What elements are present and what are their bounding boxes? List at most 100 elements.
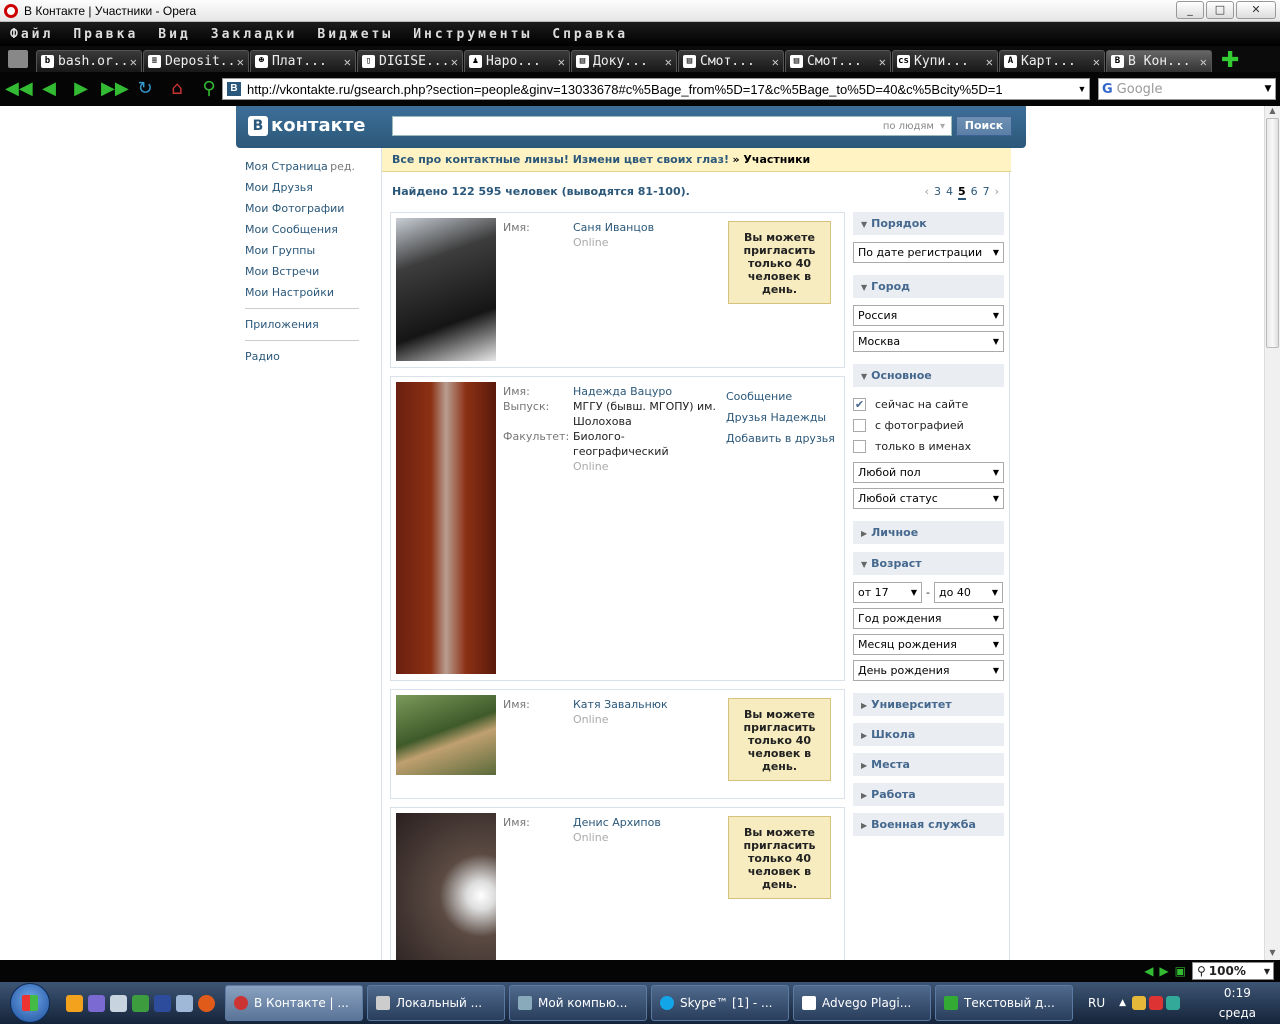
filter-work-header[interactable]: ▶ Работа (853, 783, 1004, 806)
media-player-icon[interactable] (132, 994, 149, 1012)
pager-page-4[interactable]: 4 (946, 185, 953, 200)
nav-label[interactable]: Мои Группы (245, 240, 315, 261)
checkbox-icon[interactable] (853, 419, 866, 432)
search-scope[interactable]: по людям (883, 121, 934, 132)
nav-label[interactable]: Мои Сообщения (245, 219, 338, 240)
person-name-link[interactable]: Саня Иванцов (573, 220, 654, 235)
scroll-down-icon[interactable]: ▼ (1265, 948, 1280, 960)
taskbar-item-computer[interactable]: Мой компью... (509, 985, 647, 1021)
prev-page-icon[interactable]: ◀ (1144, 964, 1153, 978)
nav-label[interactable]: Приложения (245, 314, 319, 335)
person-photo[interactable] (396, 813, 496, 960)
tab-close-icon[interactable]: ✕ (1200, 55, 1207, 69)
tab-narod[interactable]: ♟ Наро... ✕ (464, 50, 570, 72)
forward-icon[interactable]: ▶ (69, 77, 93, 101)
language-indicator[interactable]: RU (1088, 996, 1105, 1010)
tab-close-icon[interactable]: ✕ (1093, 55, 1100, 69)
tab-close-icon[interactable]: ✕ (451, 55, 458, 69)
address-dropdown-icon[interactable]: ▼ (1075, 84, 1089, 94)
taskbar-item-vkontakte[interactable]: В Контакте | ... (225, 985, 363, 1021)
tab-bash[interactable]: b bash.or...✕ (36, 50, 142, 72)
nav-radio[interactable]: Радио (245, 346, 359, 367)
zoom-control[interactable]: ⚲ 100% ▼ (1192, 962, 1274, 980)
search-engine-dropdown-icon[interactable]: ▼ (1261, 84, 1275, 94)
tab-close-icon[interactable]: ✕ (237, 55, 244, 69)
tab-close-icon[interactable]: ✕ (130, 55, 137, 69)
nav-my-settings[interactable]: Мои Настройки (245, 282, 359, 303)
ad-link[interactable]: Все про контактные линзы! Измени цвет св… (392, 153, 729, 166)
maximize-button[interactable]: □ (1206, 1, 1234, 19)
vk-logo[interactable]: B контакте (248, 115, 365, 136)
tab-watch-2[interactable]: ▤ Смот... ✕ (785, 50, 891, 72)
quicklaunch-app-icon[interactable] (88, 994, 105, 1012)
home-icon[interactable]: ⌂ (165, 77, 189, 101)
status-select[interactable]: Любой статус ▼ (853, 488, 1004, 509)
checkbox-checked-icon[interactable]: ✔ (853, 398, 866, 411)
taskbar-item-text[interactable]: Текстовый д... (935, 985, 1073, 1021)
filter-university-header[interactable]: ▶ Университет (853, 693, 1004, 716)
back-icon[interactable]: ◀ (37, 77, 61, 101)
filter-order-header[interactable]: ▼ Порядок (853, 212, 1004, 235)
taskbar-item-advego[interactable]: Advego Plagi... (793, 985, 931, 1021)
quicklaunch-app-icon[interactable] (66, 994, 83, 1012)
nav-my-photos[interactable]: Мои Фотографии (245, 198, 359, 219)
close-window-button[interactable]: ✕ (1236, 1, 1276, 19)
pager-page-7[interactable]: 7 (983, 185, 990, 200)
scope-dropdown-icon[interactable]: ▾ (940, 121, 945, 132)
pager-prev[interactable]: ‹ (925, 185, 929, 200)
nav-label[interactable]: Мои Друзья (245, 177, 313, 198)
person-photo[interactable] (396, 695, 496, 775)
menu-widgets[interactable]: Виджеты (307, 27, 403, 42)
send-message-link[interactable]: Сообщение (726, 386, 841, 407)
fast-forward-icon[interactable]: ▶▶ (101, 77, 129, 101)
country-select[interactable]: Россия ▼ (853, 305, 1004, 326)
vk-search-input[interactable]: по людям ▾ (392, 116, 952, 136)
add-friend-link[interactable]: Добавить в друзья (726, 428, 841, 449)
zoom-dropdown-icon[interactable]: ▼ (1264, 967, 1273, 976)
firefox-icon[interactable] (198, 994, 215, 1012)
scroll-up-icon[interactable]: ▲ (1265, 106, 1280, 118)
nav-label[interactable]: Радио (245, 346, 280, 367)
tab-vkontakte[interactable]: B В Кон... ✕ (1106, 50, 1212, 72)
tab-deposit[interactable]: ≡ Deposit...✕ (143, 50, 249, 72)
person-photo[interactable] (396, 382, 496, 674)
tray-app-icon[interactable] (1132, 996, 1147, 1010)
filter-age-header[interactable]: ▼ Возраст (853, 552, 1004, 575)
nav-my-page[interactable]: Моя Страница ред. (245, 156, 359, 177)
person-name-link[interactable]: Катя Завальнюк (573, 697, 668, 712)
tab-plat[interactable]: ☻ Плат... ✕ (250, 50, 356, 72)
nav-label[interactable]: Мои Фотографии (245, 198, 344, 219)
tab-close-icon[interactable]: ✕ (772, 55, 779, 69)
tab-docs[interactable]: ▤ Доку... ✕ (571, 50, 677, 72)
vk-search-button[interactable]: Поиск (956, 116, 1012, 136)
person-photo[interactable] (396, 218, 496, 361)
birth-day-select[interactable]: День рождения ▼ (853, 660, 1004, 681)
next-page-icon[interactable]: ▶ (1159, 964, 1168, 978)
online-now-checkbox[interactable]: ✔ сейчас на сайте (853, 394, 1004, 415)
tab-close-icon[interactable]: ✕ (665, 55, 672, 69)
nav-edit-link[interactable]: ред. (330, 156, 355, 177)
quicklaunch-app-icon[interactable] (176, 994, 193, 1012)
tab-buy[interactable]: cs Купи... ✕ (892, 50, 998, 72)
nav-label[interactable]: Моя Страница (245, 156, 328, 177)
rewind-icon[interactable]: ◀◀ (5, 77, 33, 101)
filter-military-header[interactable]: ▶ Военная служба (853, 813, 1004, 836)
menu-help[interactable]: Справка (542, 27, 638, 42)
city-select[interactable]: Москва ▼ (853, 331, 1004, 352)
wand-icon[interactable]: ⚲ (197, 77, 221, 101)
nav-my-messages[interactable]: Мои Сообщения (245, 219, 359, 240)
tab-watch-1[interactable]: ▤ Смот... ✕ (678, 50, 784, 72)
menu-edit[interactable]: Правка (63, 27, 148, 42)
taskbar-item-local[interactable]: Локальный ... (367, 985, 505, 1021)
nav-label[interactable]: Мои Настройки (245, 282, 334, 303)
nav-my-groups[interactable]: Мои Группы (245, 240, 359, 261)
order-select[interactable]: По дате регистрации ▼ (853, 242, 1004, 263)
menu-bookmarks[interactable]: Закладки (201, 27, 308, 42)
tray-expand-icon[interactable]: ▲ (1119, 998, 1126, 1008)
clock[interactable]: 0:19 среда (1219, 983, 1256, 1023)
vertical-scrollbar[interactable]: ▲ ▼ (1264, 106, 1280, 960)
taskbar-item-skype[interactable]: Skype™ [1] - ... (651, 985, 789, 1021)
menu-tools[interactable]: Инструменты (403, 27, 542, 42)
age-from-select[interactable]: от 17 ▼ (853, 582, 922, 603)
filter-personal-header[interactable]: ▶ Личное (853, 521, 1004, 544)
